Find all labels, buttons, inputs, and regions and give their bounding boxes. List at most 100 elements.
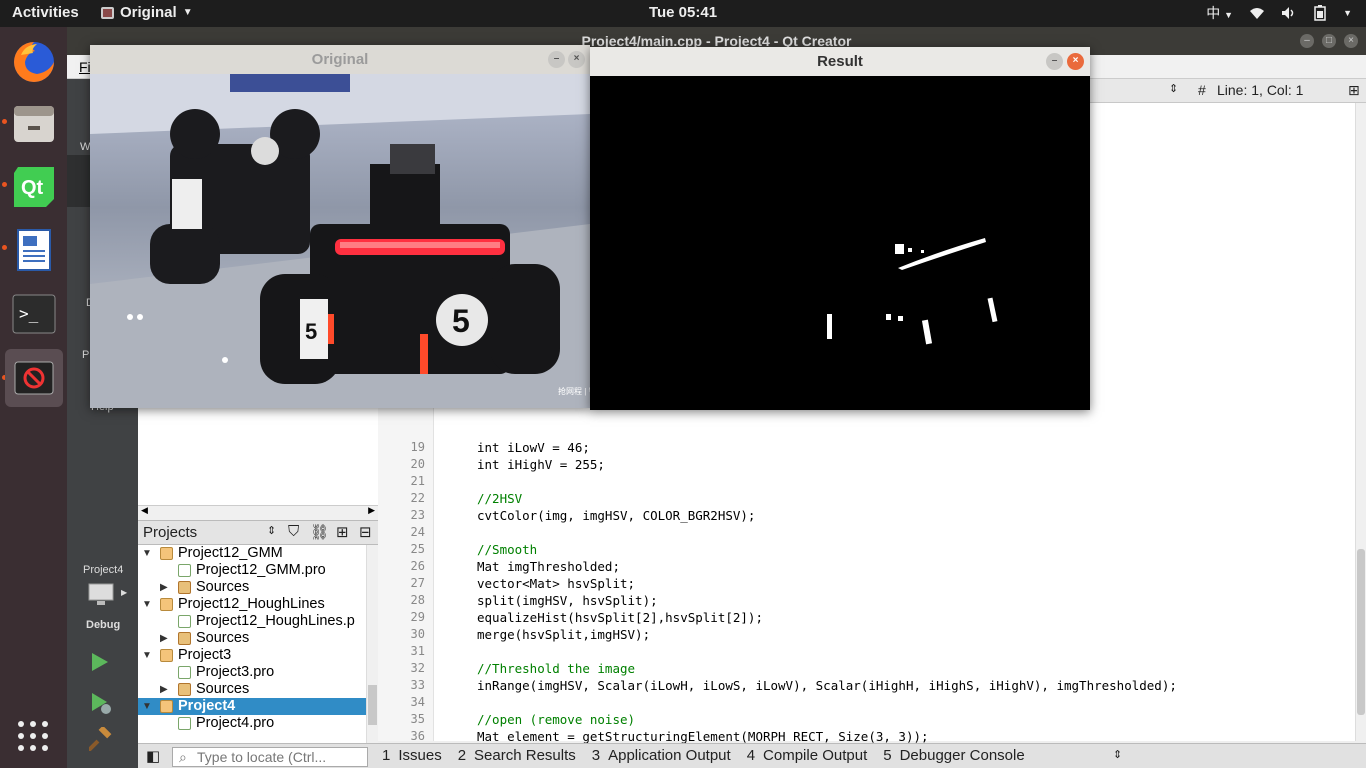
output-tab-label: Search Results <box>474 747 576 764</box>
code-line[interactable]: int iHighV = 255; <box>477 457 605 472</box>
clock[interactable]: Tue 05:41 <box>649 4 717 21</box>
code-line[interactable]: merge(hsvSplit,imgHSV); <box>477 627 650 642</box>
output-tab-number: 3 <box>591 747 601 764</box>
project-tree[interactable]: ▼ Project12_GMM Project12_GMM.pro ▶ Sources ▼… <box>138 545 378 743</box>
system-tray[interactable]: 中 ▼ ▼ <box>1206 3 1352 23</box>
tree-sources[interactable]: ▶ Sources <box>138 681 366 698</box>
result-title-bar[interactable]: Result – × <box>590 47 1090 76</box>
tree-pro-file[interactable]: Project4.pro <box>138 715 366 732</box>
dock: Qt >_ <box>0 27 67 768</box>
show-applications-button[interactable] <box>16 719 50 753</box>
chevron-right-icon[interactable]: ▶ <box>368 505 375 516</box>
code-line[interactable]: Mat imgThresholded; <box>477 559 620 574</box>
chevron-down-icon[interactable]: ▼ <box>142 545 152 562</box>
split-icon[interactable]: ⊞ <box>1348 82 1360 99</box>
tree-project[interactable]: ▼ Project12_GMM <box>138 545 366 562</box>
mode-welcome[interactable]: W <box>80 141 90 153</box>
output-tab[interactable]: 4 Compile Output <box>747 747 868 764</box>
close-panel-icon[interactable]: ⊟ <box>359 523 372 541</box>
code-line[interactable]: inRange(imgHSV, Scalar(iLowH, iLowS, iLo… <box>477 678 1177 693</box>
chevron-updown-icon[interactable]: ⇕ <box>267 524 276 537</box>
code-line[interactable]: split(imgHSV, hsvSplit); <box>477 593 658 608</box>
cursor-position[interactable]: Line: 1, Col: 1 <box>1217 82 1303 98</box>
tree-project[interactable]: ▼ Project3 <box>138 647 366 664</box>
chevron-down-icon[interactable]: ▼ <box>142 698 152 715</box>
menu-file[interactable]: Fi <box>79 59 91 75</box>
filter-icon[interactable]: ⛉ <box>288 523 299 540</box>
horizontal-scrollbar[interactable]: ◀ ▶ <box>138 505 378 520</box>
code-line[interactable]: //2HSV <box>477 491 522 506</box>
output-tab[interactable]: 5 Debugger Console <box>883 747 1024 764</box>
app-menu[interactable]: Original ▼ <box>101 4 193 21</box>
chevron-right-icon[interactable]: ▶ <box>160 579 168 596</box>
debug-button[interactable] <box>89 691 113 718</box>
activities-button[interactable]: Activities <box>12 4 79 21</box>
dock-opencv-window[interactable] <box>5 349 63 407</box>
output-tab-number: 5 <box>883 747 892 764</box>
locator-input[interactable]: ⌕ Type to locate (Ctrl... <box>172 747 368 767</box>
split-icon[interactable]: ⊞ <box>336 523 349 541</box>
dock-terminal[interactable]: >_ <box>5 285 63 343</box>
output-tabs: 1 Issues 2 Search Results 3 Application Outpu… <box>382 747 1025 764</box>
scroll-thumb[interactable] <box>1357 549 1365 715</box>
mode-projects[interactable]: P <box>82 349 89 361</box>
tree-scrollbar[interactable] <box>366 545 378 743</box>
toggle-sidebar-icon[interactable]: ◧ <box>146 747 160 765</box>
hammer-icon <box>86 725 112 753</box>
chevron-right-icon[interactable]: ▶ <box>160 681 168 698</box>
scroll-thumb[interactable] <box>368 685 377 725</box>
kit-selector[interactable]: ▶ <box>87 582 127 622</box>
tree-sources[interactable]: ▶ Sources <box>138 579 366 596</box>
code-line[interactable]: //Smooth <box>477 542 537 557</box>
input-method-indicator[interactable]: 中 ▼ <box>1206 3 1233 23</box>
line-number: 30 <box>410 627 425 641</box>
tree-project[interactable]: ▼ Project4 <box>138 698 366 715</box>
projects-title[interactable]: Projects <box>143 524 197 541</box>
close-button[interactable]: × <box>1067 53 1084 70</box>
code-line[interactable]: cvtColor(img, imgHSV, COLOR_BGR2HSV); <box>477 508 755 523</box>
original-title-bar[interactable]: Original – × <box>90 45 590 74</box>
run-button[interactable] <box>89 651 111 676</box>
minimize-button[interactable]: – <box>1046 53 1063 70</box>
link-icon[interactable]: ⛓ <box>310 523 329 541</box>
output-pane-bar: ◧ ⌕ Type to locate (Ctrl... 1 Issues 2 Sear… <box>138 743 1366 768</box>
code-line[interactable]: Mat element = getStructuringElement(MORP… <box>477 729 929 744</box>
tree-pro-file[interactable]: Project12_GMM.pro <box>138 562 366 579</box>
output-tab[interactable]: 3 Application Output <box>592 747 731 764</box>
maximize-button[interactable]: □ <box>1322 34 1336 48</box>
tree-pro-file[interactable]: Project12_HoughLines.p <box>138 613 366 630</box>
chevron-updown-icon[interactable]: ⇕ <box>1169 82 1178 95</box>
original-window: Original – × 5 5 抢网程 | <box>90 45 590 408</box>
code-line[interactable]: //Threshold the image <box>477 661 635 676</box>
code-line[interactable]: int iLowV = 46; <box>477 440 590 455</box>
editor-scrollbar[interactable] <box>1355 103 1366 741</box>
code-line[interactable]: equalizeHist(hsvSplit[2],hsvSplit[2]); <box>477 610 763 625</box>
minimize-button[interactable]: – <box>1300 34 1314 48</box>
qt-creator-icon: Qt <box>14 167 54 207</box>
chevron-down-icon[interactable]: ▼ <box>142 647 152 664</box>
chevron-down-icon[interactable]: ▼ <box>142 596 152 613</box>
play-icon <box>92 653 108 671</box>
tree-pro-file[interactable]: Project3.pro <box>138 664 366 681</box>
chevron-left-icon[interactable]: ◀ <box>141 505 148 516</box>
dock-files[interactable] <box>5 95 63 153</box>
code-line[interactable]: //open (remove noise) <box>477 712 635 727</box>
tree-sources[interactable]: ▶ Sources <box>138 630 366 647</box>
code-line[interactable]: vector<Mat> hsvSplit; <box>477 576 635 591</box>
project-folder-icon <box>160 700 173 713</box>
build-button[interactable] <box>86 725 113 754</box>
close-button[interactable]: × <box>568 51 585 68</box>
chevron-updown-icon[interactable]: ⇕ <box>1113 748 1122 761</box>
chevron-right-icon[interactable]: ▶ <box>160 630 168 647</box>
dock-firefox[interactable] <box>5 33 63 91</box>
dock-qtcreator[interactable]: Qt <box>5 158 63 216</box>
minimize-button[interactable]: – <box>548 51 565 68</box>
pro-file-icon <box>178 666 191 679</box>
output-tab[interactable]: 1 Issues <box>382 747 442 764</box>
dock-writer[interactable] <box>5 221 63 279</box>
tree-label: Project12_GMM <box>178 545 283 561</box>
close-button[interactable]: × <box>1344 34 1358 48</box>
tree-project[interactable]: ▼ Project12_HoughLines <box>138 596 366 613</box>
output-tab-label: Application Output <box>608 747 731 764</box>
output-tab[interactable]: 2 Search Results <box>458 747 576 764</box>
